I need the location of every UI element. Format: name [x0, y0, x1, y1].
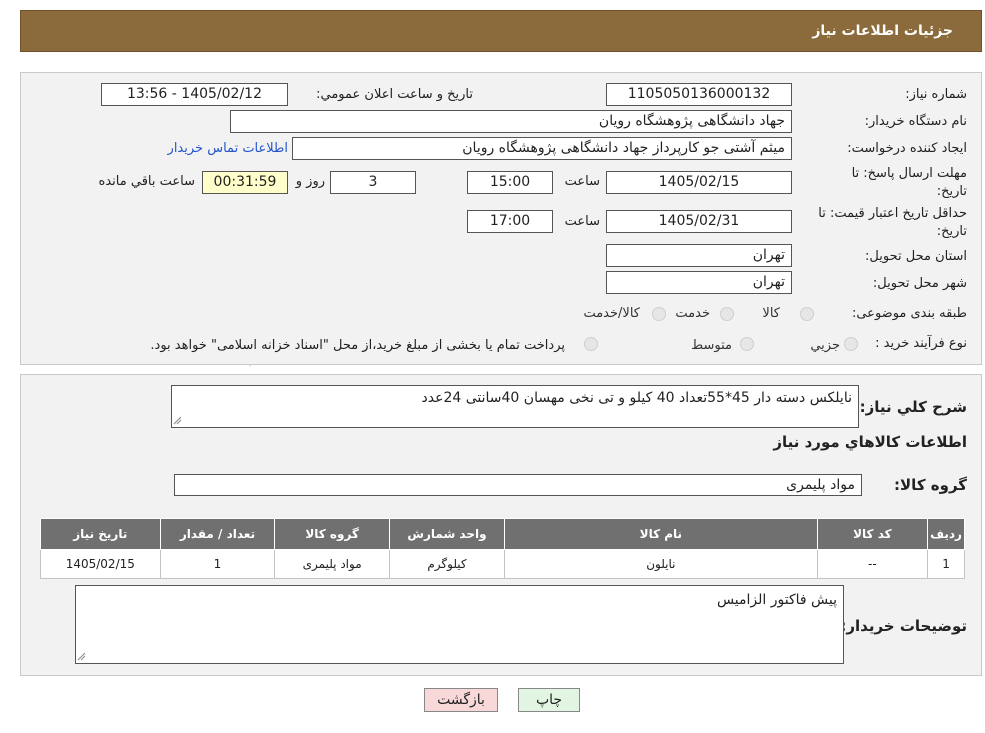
cell-row-number: 1 [927, 549, 965, 579]
goods-table: ردیف کد کالا نام کالا واحد شمارش گروه کا… [40, 518, 965, 579]
announce-date-field: 1405/02/12 - 13:56 [101, 83, 288, 106]
cell-unit: کیلوگرم [388, 549, 506, 579]
description-label: شرح کلي نیاز: [859, 398, 967, 416]
table-row: 1 -- نایلون کیلوگرم مواد پلیمری 1 1405/0… [40, 549, 965, 579]
remaining-time-field: 00:31:59 [202, 171, 288, 194]
deadline-label-date: تاریخ: [936, 184, 967, 199]
col-header-quantity: تعداد / مقدار [159, 518, 276, 550]
col-header-group: گروه کالا [274, 518, 390, 550]
treasury-note: پرداخت تمام یا بخشی از مبلغ خرید،از محل … [150, 338, 565, 353]
purchase-type-label: نوع فرآیند خرید : [875, 336, 967, 351]
validity-time-field: 17:00 [467, 210, 553, 233]
goods-group-field: مواد پلیمری [174, 474, 862, 496]
days-remaining-field: 3 [330, 171, 416, 194]
back-button[interactable]: بازگشت [424, 688, 498, 712]
purchase-radio-treasury[interactable] [584, 337, 598, 351]
col-header-name: نام کالا [504, 518, 818, 550]
validity-label-date: تاریخ: [936, 224, 967, 239]
col-header-code: کد کالا [816, 518, 929, 550]
category-option-goods-service: کالا/خدمت [583, 306, 640, 321]
cell-quantity: 1 [159, 549, 276, 579]
deadline-time-field: 15:00 [467, 171, 553, 194]
need-number-label: شماره نیاز: [905, 87, 967, 102]
city-label: شهر محل تحویل: [872, 276, 967, 291]
table-header-row: ردیف کد کالا نام کالا واحد شمارش گروه کا… [40, 518, 965, 550]
need-number-field: 1105050136000132 [606, 83, 792, 106]
buyer-org-label: نام دستگاه خریدار: [864, 114, 967, 129]
purchase-radio-minor[interactable] [844, 337, 858, 351]
purchase-radio-medium[interactable] [740, 337, 754, 351]
requester-label: ایجاد کننده درخواست: [847, 141, 967, 156]
requester-field: میثم آشتی جو کارپرداز جهاد دانشگاهی پژوه… [292, 137, 792, 160]
days-label: روز و [295, 174, 325, 189]
city-field: تهران [606, 271, 792, 294]
buyer-notes-label: توضیحات خریدار: [840, 617, 967, 635]
buyer-org-field: جهاد دانشگاهی پژوهشگاه رویان [230, 110, 792, 133]
col-header-row-number: ردیف [927, 518, 965, 550]
col-header-unit: واحد شمارش [388, 518, 506, 550]
category-option-goods: کالا [762, 306, 780, 321]
province-label: استان محل تحویل: [865, 249, 967, 264]
validity-date-field: 1405/02/31 [606, 210, 792, 233]
deadline-date-field: 1405/02/15 [606, 171, 792, 194]
buyer-notes-field: پیش فاکتور الزامیس [75, 585, 844, 664]
validity-label: حداقل تاریخ اعتبار قیمت: تا [818, 206, 967, 221]
cell-code: -- [816, 549, 929, 579]
cell-name: نایلون [504, 549, 818, 579]
category-option-service: خدمت [675, 306, 710, 321]
purchase-option-minor: جزیي [810, 338, 840, 353]
cell-date: 1405/02/15 [40, 549, 161, 579]
buyer-contact-link[interactable]: اطلاعات تماس خریدار [168, 141, 288, 156]
page-title: جزئیات اطلاعات نیاز [812, 23, 953, 39]
category-radio-goods[interactable] [800, 307, 814, 321]
category-radio-service[interactable] [720, 307, 734, 321]
province-field: تهران [606, 244, 792, 267]
print-button[interactable]: چاپ [518, 688, 580, 712]
deadline-label: مهلت ارسال پاسخ: تا [851, 166, 967, 181]
page-header: جزئیات اطلاعات نیاز [20, 10, 982, 52]
col-header-date: تاریخ نیاز [40, 518, 161, 550]
goods-group-label: گروه کالا: [894, 476, 967, 494]
cell-group: مواد پلیمری [274, 549, 390, 579]
announce-label: تاریخ و ساعت اعلان عمومي: [316, 87, 473, 102]
deadline-time-label: ساعت [564, 174, 600, 189]
resize-grip-icon[interactable] [77, 652, 86, 661]
category-radio-goods-service[interactable] [652, 307, 666, 321]
goods-info-title: اطلاعات کالاهاي مورد نیاز [773, 433, 967, 451]
description-field: نایلکس دسته دار 45*55تعداد 40 کیلو و تی … [171, 385, 859, 428]
resize-grip-icon[interactable] [173, 416, 182, 425]
category-label: طبقه بندی موضوعی: [851, 306, 967, 321]
purchase-option-medium: متوسط [691, 338, 732, 353]
remaining-label: ساعت باقي مانده [98, 174, 195, 189]
validity-time-label: ساعت [564, 214, 600, 229]
